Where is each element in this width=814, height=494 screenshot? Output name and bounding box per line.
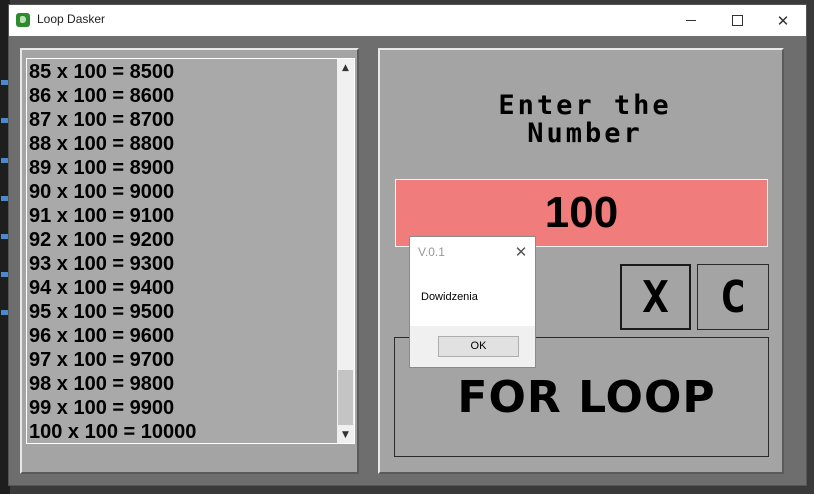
- window-title: Loop Dasker: [37, 12, 106, 26]
- chevron-up-icon: ▲: [342, 62, 349, 73]
- list-item[interactable]: 95 x 100 = 9500: [29, 300, 334, 324]
- list-item[interactable]: 91 x 100 = 9100: [29, 204, 334, 228]
- enter-label-line2: Number: [527, 118, 643, 149]
- list-item[interactable]: 85 x 100 = 8500: [29, 60, 334, 84]
- app-icon: [16, 13, 30, 27]
- list-item[interactable]: 98 x 100 = 9800: [29, 372, 334, 396]
- dialog-close-button[interactable]: ✕: [510, 241, 532, 263]
- list-item[interactable]: 93 x 100 = 9300: [29, 252, 334, 276]
- list-item[interactable]: 92 x 100 = 9200: [29, 228, 334, 252]
- enter-label-line1: Enter the: [498, 90, 672, 121]
- scroll-down-button[interactable]: ▼: [337, 426, 354, 443]
- close-icon: ✕: [514, 244, 528, 261]
- list-item[interactable]: 99 x 100 = 9900: [29, 396, 334, 420]
- dialog-footer: OK: [410, 326, 535, 367]
- title-bar[interactable]: Loop Dasker ✕: [9, 5, 806, 36]
- results-listbox[interactable]: 85 x 100 = 8500 86 x 100 = 8600 87 x 100 =…: [26, 58, 355, 444]
- list-item[interactable]: 90 x 100 = 9000: [29, 180, 334, 204]
- close-icon: ✕: [776, 11, 790, 30]
- list-item[interactable]: 89 x 100 = 8900: [29, 156, 334, 180]
- x-button[interactable]: X: [620, 264, 691, 330]
- list-item[interactable]: 96 x 100 = 9600: [29, 324, 334, 348]
- ok-button[interactable]: OK: [438, 336, 519, 357]
- list-item[interactable]: 87 x 100 = 8700: [29, 108, 334, 132]
- results-scrollbar[interactable]: ▲ ▼: [337, 59, 354, 443]
- results-panel: 85 x 100 = 8500 86 x 100 = 8600 87 x 100 =…: [20, 48, 359, 474]
- maximize-icon: [731, 15, 743, 26]
- list-item[interactable]: 97 x 100 = 9700: [29, 348, 334, 372]
- results-list: 85 x 100 = 8500 86 x 100 = 8600 87 x 100 =…: [29, 60, 334, 443]
- list-item[interactable]: 94 x 100 = 9400: [29, 276, 334, 300]
- minimize-icon: [686, 20, 696, 21]
- dialog-title: V.0.1: [418, 245, 445, 259]
- message-dialog: V.0.1 ✕ Dowidzenia OK: [409, 236, 536, 368]
- minimize-button[interactable]: [668, 5, 714, 36]
- list-item[interactable]: 100 x 100 = 10000: [29, 420, 334, 443]
- scroll-thumb[interactable]: [338, 370, 353, 425]
- enter-number-label: Enter the Number: [440, 92, 730, 148]
- close-button[interactable]: ✕: [760, 5, 806, 36]
- chevron-down-icon: ▼: [342, 429, 349, 440]
- dialog-message: Dowidzenia: [421, 291, 478, 303]
- app-window: Loop Dasker ✕ 85 x 100 = 8500 86 x 100 = …: [8, 4, 807, 486]
- list-item[interactable]: 88 x 100 = 8800: [29, 132, 334, 156]
- list-item[interactable]: 86 x 100 = 8600: [29, 84, 334, 108]
- clear-button[interactable]: C: [697, 264, 769, 330]
- scroll-up-button[interactable]: ▲: [337, 59, 354, 76]
- maximize-button[interactable]: [714, 5, 760, 36]
